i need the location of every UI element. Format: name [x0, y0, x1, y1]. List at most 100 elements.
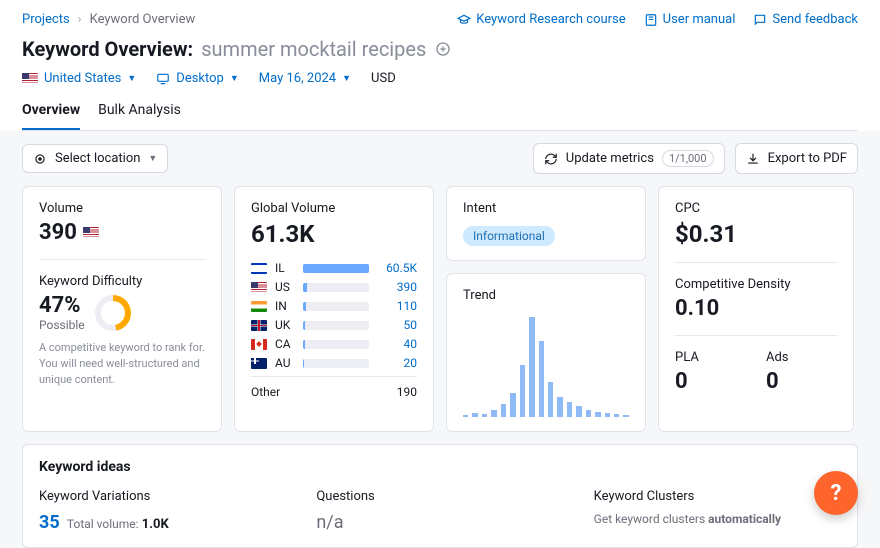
trend-bar	[510, 393, 515, 417]
clusters-text-strong: automatically	[708, 512, 781, 526]
country-filter[interactable]: United States ▼	[22, 71, 136, 86]
ads-label: Ads	[766, 350, 837, 365]
manual-link[interactable]: User manual	[644, 12, 736, 27]
global-volume-value: 61.3K	[251, 220, 417, 248]
keyword-text: summer mocktail recipes	[201, 37, 426, 61]
export-pdf-button[interactable]: Export to PDF	[735, 143, 858, 174]
gv-value: 110	[377, 299, 417, 313]
feedback-link-label: Send feedback	[772, 12, 858, 27]
variations-count[interactable]: 35	[39, 512, 60, 533]
gv-bar	[303, 359, 369, 368]
intent-pill: Informational	[463, 226, 555, 246]
flag-icon	[251, 320, 267, 331]
trend-label: Trend	[463, 288, 629, 303]
update-metrics-button[interactable]: Update metrics 1/1,000	[533, 143, 725, 174]
tab-overview[interactable]: Overview	[22, 102, 80, 130]
gv-row[interactable]: US 390	[251, 280, 417, 294]
refresh-icon	[544, 152, 558, 166]
gv-bar	[303, 264, 369, 273]
desktop-icon	[156, 72, 170, 86]
date-filter[interactable]: May 16, 2024 ▼	[259, 71, 351, 86]
chevron-down-icon: ▼	[230, 73, 239, 84]
date-filter-label: May 16, 2024	[259, 71, 336, 86]
gv-row[interactable]: CA40	[251, 337, 417, 351]
kd-word: Possible	[39, 318, 85, 332]
gv-value: 50	[377, 318, 417, 332]
update-count-pill: 1/1,000	[662, 150, 714, 167]
feedback-link[interactable]: Send feedback	[753, 12, 858, 27]
flag-icon	[251, 301, 267, 312]
trend-chart	[463, 307, 629, 417]
gv-country: IL	[275, 261, 295, 275]
trend-bar	[586, 410, 591, 417]
volume-value: 390	[39, 220, 77, 245]
chevron-down-icon: ▼	[127, 73, 136, 84]
trend-bar	[539, 341, 544, 417]
gv-country: US	[275, 280, 295, 294]
cd-label: Competitive Density	[675, 277, 837, 292]
trend-bar	[557, 397, 562, 417]
gv-value: 390	[377, 280, 417, 294]
trend-bar	[548, 382, 553, 417]
tab-bulk-analysis[interactable]: Bulk Analysis	[98, 102, 181, 130]
trend-bar	[472, 413, 477, 417]
gv-value: 60.5K	[377, 261, 417, 275]
gv-country: IN	[275, 299, 295, 313]
trend-bar	[501, 404, 506, 417]
intent-label: Intent	[463, 201, 629, 216]
chat-icon	[753, 13, 767, 27]
global-volume-label: Global Volume	[251, 201, 417, 216]
ideas-title: Keyword ideas	[39, 459, 841, 475]
clusters-label: Keyword Clusters	[594, 489, 841, 504]
cpc-label: CPC	[675, 201, 837, 216]
gv-row[interactable]: UK 50	[251, 318, 417, 332]
variations-label: Keyword Variations	[39, 489, 286, 504]
help-button[interactable]: ?	[814, 471, 858, 515]
trend-bar	[614, 414, 619, 417]
country-filter-label: United States	[44, 71, 121, 86]
chevron-right-icon: ›	[78, 12, 82, 27]
keyword-ideas-card: Keyword ideas Keyword Variations 35 Tota…	[22, 444, 858, 548]
kd-label: Keyword Difficulty	[39, 274, 205, 289]
trend-bar	[567, 402, 572, 417]
ads-value: 0	[766, 369, 837, 394]
add-keyword-button[interactable]	[434, 40, 452, 58]
export-pdf-label: Export to PDF	[768, 151, 847, 166]
cpc-card: CPC $0.31 Competitive Density 0.10 PLA 0…	[658, 186, 854, 432]
pla-value: 0	[675, 369, 746, 394]
select-location-button[interactable]: Select location ▼	[22, 144, 168, 173]
questions-value: n/a	[316, 512, 563, 533]
gv-bar	[303, 283, 369, 292]
kd-value: 47%	[39, 293, 85, 318]
volume-card: Volume 390 Keyword Difficulty 47% Possib…	[22, 186, 222, 432]
flag-icon	[251, 358, 267, 369]
intent-card: Intent Informational	[446, 186, 646, 261]
kd-note: A competitive keyword to rank for. You w…	[39, 340, 205, 388]
trend-bar	[482, 414, 487, 417]
course-link[interactable]: Keyword Research course	[457, 12, 625, 27]
device-filter[interactable]: Desktop ▼	[156, 71, 239, 86]
update-metrics-label: Update metrics	[566, 151, 654, 166]
trend-bar	[623, 415, 628, 417]
trend-bar	[576, 406, 581, 417]
trend-card: Trend	[446, 273, 646, 432]
page-title: Keyword Overview:	[22, 37, 193, 61]
breadcrumb-root[interactable]: Projects	[22, 12, 70, 27]
gv-row[interactable]: IL 60.5K	[251, 261, 417, 275]
gv-country: UK	[275, 318, 295, 332]
trend-bar	[529, 317, 534, 417]
breadcrumb: Projects › Keyword Overview	[22, 12, 195, 27]
currency-label: USD	[371, 71, 396, 86]
export-icon	[746, 152, 760, 166]
trend-bar	[595, 412, 600, 417]
gv-bar	[303, 340, 369, 349]
manual-link-label: User manual	[663, 12, 736, 27]
gv-country: CA	[275, 337, 295, 351]
gv-other-label: Other	[251, 385, 280, 399]
course-link-label: Keyword Research course	[476, 12, 625, 27]
clusters-text: Get keyword clusters	[594, 512, 708, 526]
flag-icon	[251, 339, 267, 350]
trend-bar	[520, 365, 525, 417]
gv-row[interactable]: IN 110	[251, 299, 417, 313]
gv-row[interactable]: AU20	[251, 356, 417, 370]
